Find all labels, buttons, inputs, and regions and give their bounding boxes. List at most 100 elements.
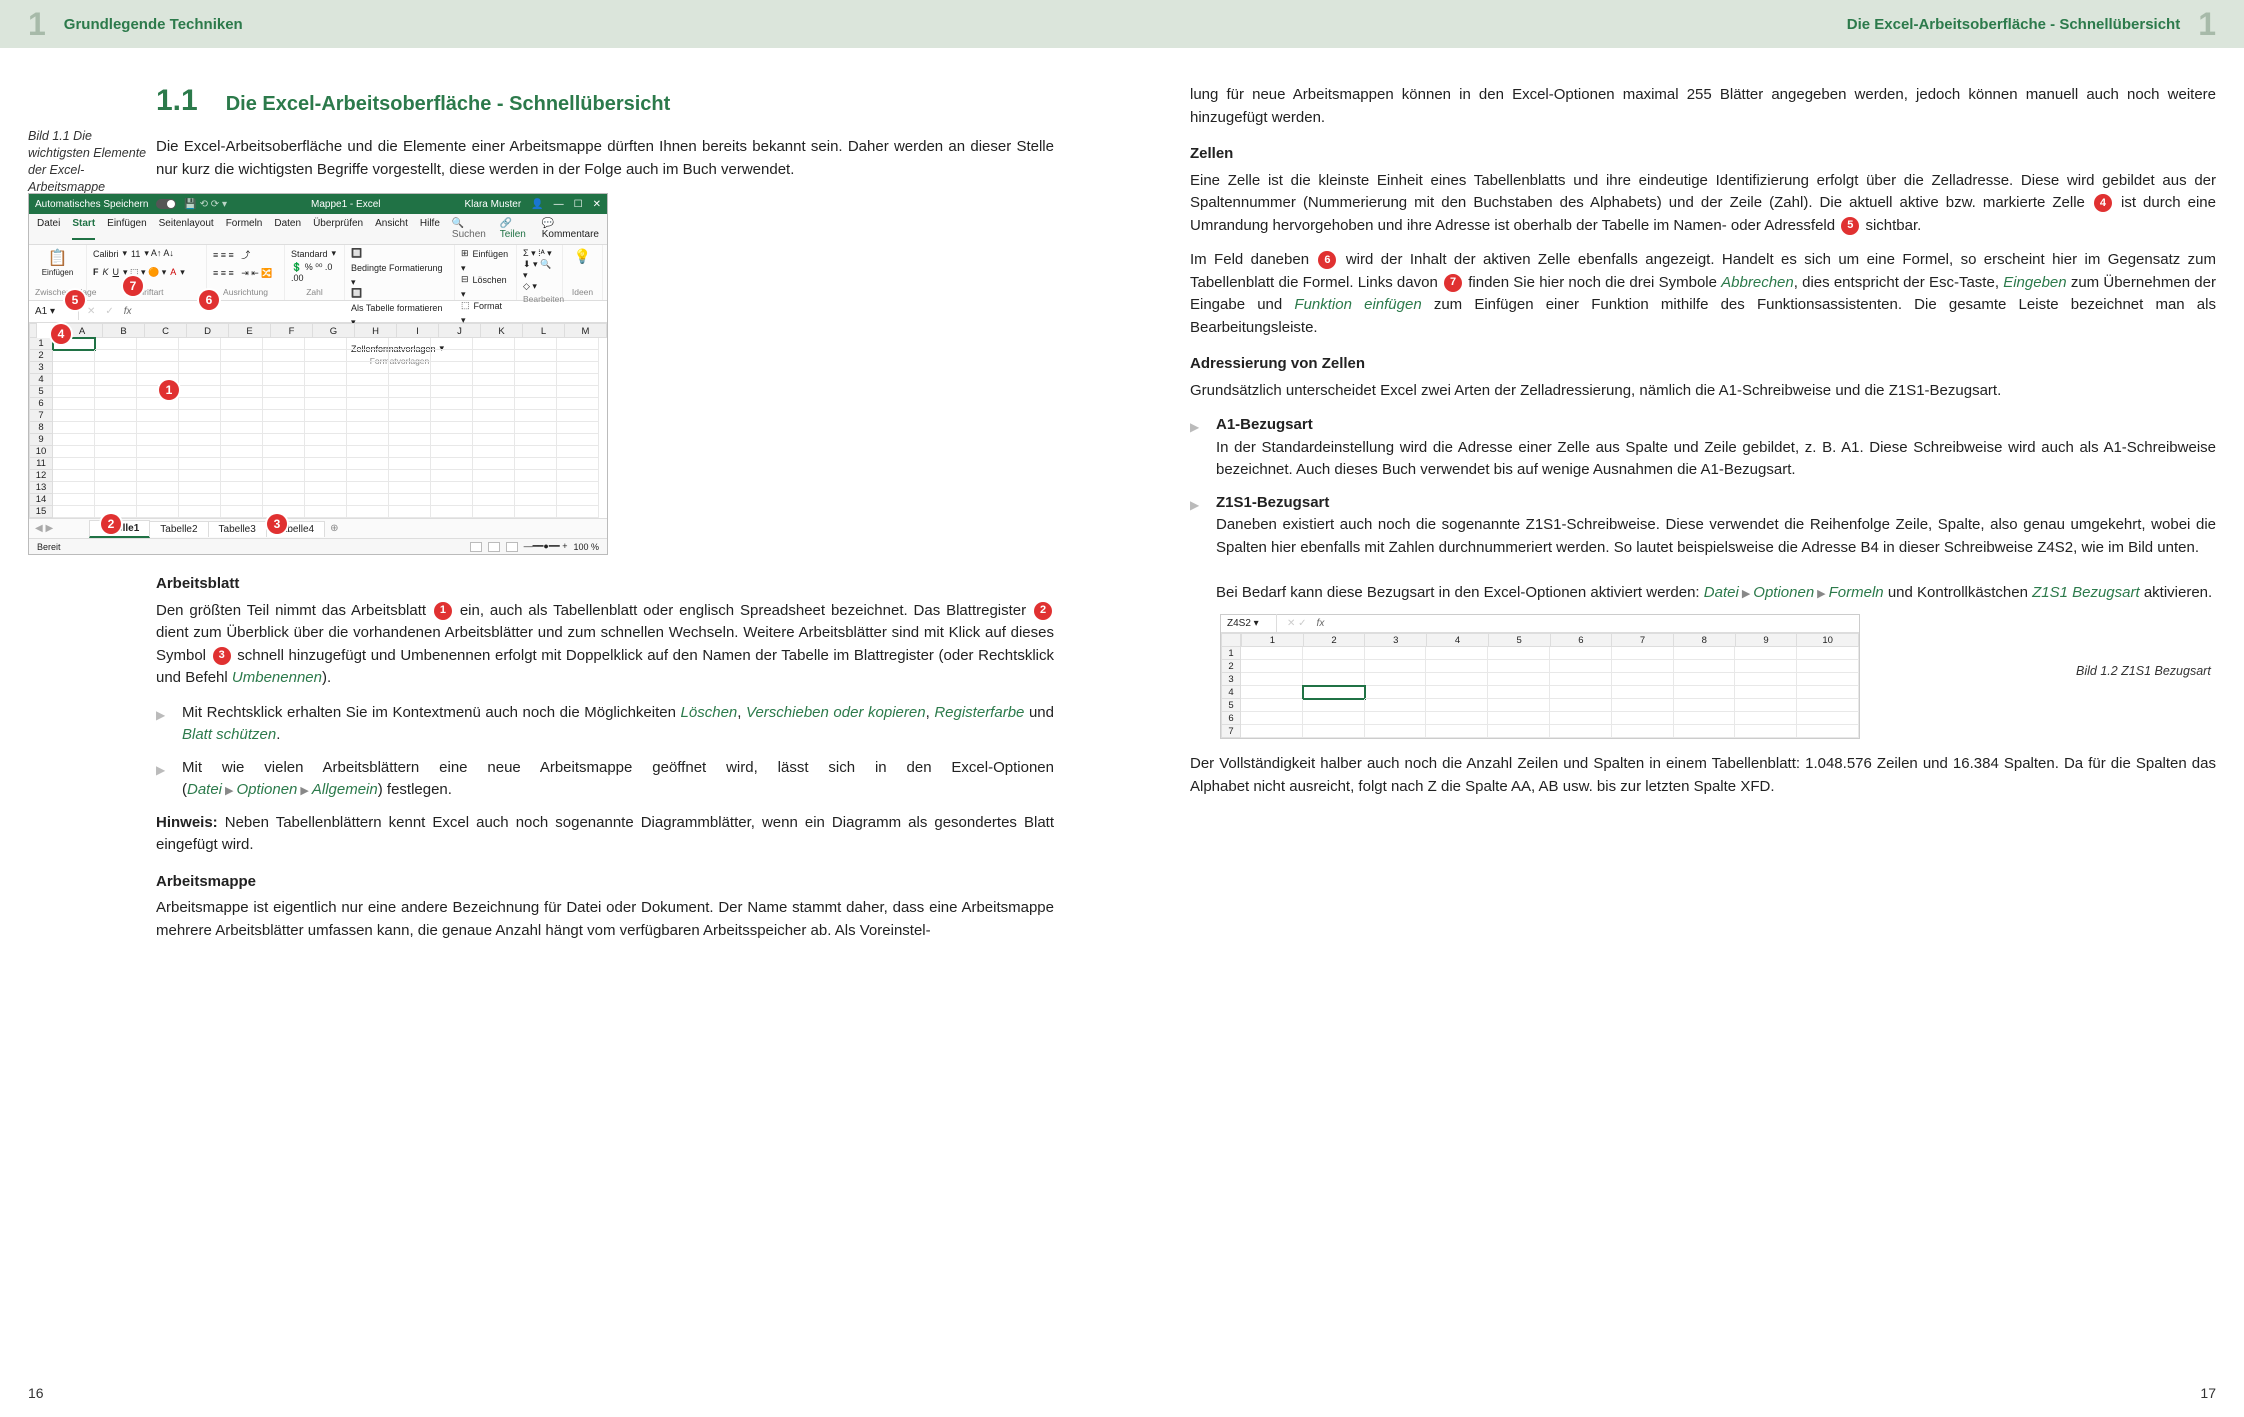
cell xyxy=(473,506,515,518)
cell xyxy=(473,362,515,374)
col-H: H xyxy=(355,323,397,338)
cell xyxy=(137,482,179,494)
cell xyxy=(431,338,473,350)
tab-daten: Daten xyxy=(274,218,301,240)
cell xyxy=(347,434,389,446)
font-name: Calibri xyxy=(93,249,119,259)
cell xyxy=(53,374,95,386)
tab-ueberpruefen: Überprüfen xyxy=(313,218,363,240)
z-cell xyxy=(1303,686,1365,699)
z-cell xyxy=(1550,673,1612,686)
cell xyxy=(221,362,263,374)
cell xyxy=(347,350,389,362)
row-head-7: 7 xyxy=(29,410,53,422)
cell xyxy=(263,374,305,386)
z-cell xyxy=(1488,699,1550,712)
z-cell xyxy=(1674,712,1736,725)
cell xyxy=(137,410,179,422)
arbeitsmappe-paragraph: Arbeitsmappe ist eigentlich nur eine and… xyxy=(156,897,1054,942)
z-cell xyxy=(1550,699,1612,712)
cell xyxy=(431,458,473,470)
z-cell xyxy=(1735,712,1797,725)
z-cell xyxy=(1365,686,1427,699)
cell xyxy=(305,338,347,350)
z-cell xyxy=(1612,712,1674,725)
cell xyxy=(557,398,599,410)
cell xyxy=(263,398,305,410)
row-head-13: 13 xyxy=(29,482,53,494)
z-cell xyxy=(1674,647,1736,660)
z-row-5: 5 xyxy=(1221,699,1241,712)
z-cell xyxy=(1365,647,1427,660)
row-head-14: 14 xyxy=(29,494,53,506)
chapter-title-left: Grundlegende Techniken xyxy=(64,16,243,33)
z-cell xyxy=(1365,660,1427,673)
page-header: 1 Grundlegende Techniken Die Excel-Arbei… xyxy=(0,0,2244,48)
inline-badge-4: 4 xyxy=(2094,194,2112,212)
figure-caption-1: Bild 1.1 Die wichtigsten Elemente der Ex… xyxy=(28,128,148,196)
cell xyxy=(263,386,305,398)
subhead-arbeitsmappe: Arbeitsmappe xyxy=(156,871,1054,894)
cell xyxy=(263,470,305,482)
cell xyxy=(515,458,557,470)
cell xyxy=(53,506,95,518)
z-row-3: 3 xyxy=(1221,673,1241,686)
cell xyxy=(557,362,599,374)
inline-badge-1: 1 xyxy=(434,602,452,620)
comments-label: Kommentare xyxy=(542,229,599,240)
cell xyxy=(137,458,179,470)
cell xyxy=(179,350,221,362)
tab-hilfe: Hilfe xyxy=(420,218,440,240)
cell xyxy=(95,482,137,494)
hinweis-paragraph: Hinweis: Neben Tabellenblättern kennt Ex… xyxy=(156,812,1054,857)
cell xyxy=(95,494,137,506)
callout-6: 6 xyxy=(199,290,219,310)
view-break-icon xyxy=(506,542,518,552)
cell xyxy=(263,422,305,434)
bullet-a1-bezugsart: A1-Bezugsart In der Standardeinstellung … xyxy=(1190,414,2216,482)
cell xyxy=(431,506,473,518)
page-right: lung für neue Arbeitsmappen können in de… xyxy=(1122,48,2244,1369)
excel-titlebar: Automatisches Speichern 💾 ⟲ ⟳ ▾ Mappe1 -… xyxy=(29,194,607,214)
cells-delete: Löschen xyxy=(473,275,507,285)
cell xyxy=(473,350,515,362)
tab-einfuegen: Einfügen xyxy=(107,218,146,240)
z1s1-fx-icon: fx xyxy=(1317,616,1325,631)
inline-badge-3: 3 xyxy=(213,647,231,665)
tab-seitenlayout: Seitenlayout xyxy=(159,218,214,240)
row-head-12: 12 xyxy=(29,470,53,482)
cell xyxy=(473,446,515,458)
tab-start: Start xyxy=(72,218,95,240)
font-size: 11 xyxy=(131,249,140,259)
z-cell xyxy=(1488,647,1550,660)
z1s1-head: Z1S1-Bezugsart xyxy=(1216,494,1329,511)
z-cell xyxy=(1426,647,1488,660)
cell xyxy=(95,446,137,458)
chapter-number-right: 1 xyxy=(2198,6,2216,43)
section-number: 1.1 xyxy=(156,84,198,118)
cell xyxy=(473,482,515,494)
cell xyxy=(515,482,557,494)
cell xyxy=(305,458,347,470)
cell xyxy=(53,422,95,434)
window-max-icon: ☐ xyxy=(574,199,583,210)
cell xyxy=(305,350,347,362)
cell xyxy=(515,494,557,506)
sheet-add-icon: ⊕ xyxy=(324,521,344,536)
z-cell xyxy=(1797,699,1859,712)
cell xyxy=(221,434,263,446)
row-head-10: 10 xyxy=(29,446,53,458)
tab-formeln: Formeln xyxy=(226,218,263,240)
cell xyxy=(137,446,179,458)
callout-3: 3 xyxy=(267,514,287,534)
col-G: G xyxy=(313,323,355,338)
cell xyxy=(557,434,599,446)
callout-7: 7 xyxy=(123,276,143,296)
cell xyxy=(263,350,305,362)
cell xyxy=(515,446,557,458)
cell xyxy=(431,494,473,506)
cell xyxy=(515,338,557,350)
inline-badge-5: 5 xyxy=(1841,217,1859,235)
z-col-3: 3 xyxy=(1365,633,1427,647)
document-title: Mappe1 - Excel xyxy=(311,199,380,210)
